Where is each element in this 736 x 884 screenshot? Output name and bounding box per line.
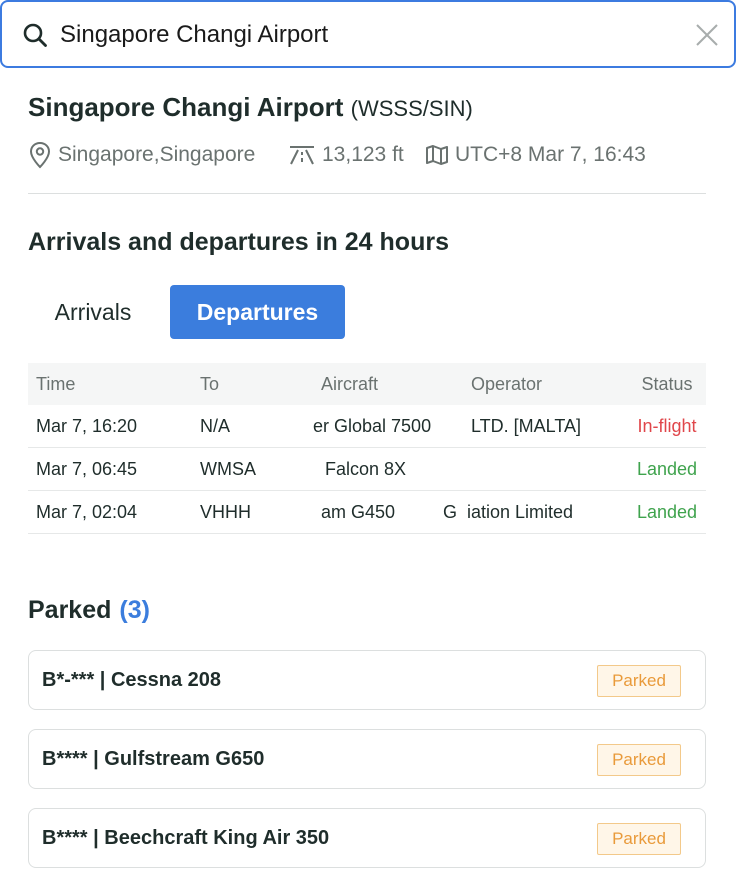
cell-aircraft: er Global 7500 [313,415,432,436]
location-info: Singapore,Singapore [28,140,255,170]
parked-aircraft-label: B**** | Gulfstream G650 [42,747,265,770]
column-header-to: To [200,373,220,394]
cell-aircraft: am G450 [321,501,396,522]
tab-arrivals[interactable]: Arrivals [28,285,158,339]
cell-operator [471,448,621,490]
table-row[interactable]: Mar 7, 02:04 VHHH am G450 G iation Limit… [28,491,706,534]
parked-count: (3) [119,596,150,624]
runway-icon [290,146,314,165]
cell-operator: G iation Limited [443,501,574,522]
cell-aircraft: Falcon 8X [325,458,407,479]
status-badge: In-flight [637,415,697,436]
cell-destination: VHHH [200,501,252,522]
parked-heading-label: Parked [28,596,112,624]
status-badge: Landed [636,458,698,479]
tab-departures[interactable]: Departures [170,285,345,339]
cell-time: Mar 7, 02:04 [36,501,138,522]
timezone-info: UTC+8 Mar 7, 16:43 [425,140,646,170]
column-header-time: Time [36,373,76,394]
parked-status-badge: Parked [597,744,681,776]
column-header-operator: Operator [471,373,543,394]
table-row[interactable]: Mar 7, 16:20 N/A er Global 7500 LTD. [MA… [28,405,706,448]
close-icon[interactable] [694,22,720,48]
parked-aircraft-label: B**** | Beechcraft King Air 350 [42,826,330,849]
parked-aircraft-card[interactable]: B**** | Gulfstream G650 Parked [28,729,706,789]
airport-codes: (WSSS/SIN) [350,96,473,121]
cell-time: Mar 7, 06:45 [36,458,138,479]
airport-location: Singapore,Singapore [58,143,256,166]
parked-aircraft-card[interactable]: B**** | Beechcraft King Air 350 Parked [28,808,706,868]
cell-destination: WMSA [200,458,256,479]
airport-title: Singapore Changi Airport (WSSS/SIN) [28,92,473,123]
table-header: Time To Aircraft Operator Status [28,363,706,405]
schedule-heading: Arrivals and departures in 24 hours [28,228,449,256]
elevation-info: 13,123 ft [288,140,404,170]
cell-time: Mar 7, 16:20 [36,415,138,436]
parked-aircraft-card[interactable]: B*-*** | Cessna 208 Parked [28,650,706,710]
cell-operator: LTD. [MALTA] [471,415,582,436]
airport-name: Singapore Changi Airport [28,92,344,122]
search-bar[interactable] [0,0,736,68]
parked-status-badge: Parked [597,665,681,697]
divider [28,193,706,194]
parked-status-badge: Parked [597,823,681,855]
cell-destination: N/A [200,415,231,436]
location-pin-icon [29,141,51,169]
parked-heading: Parked (3) [28,596,150,625]
airport-elevation: 13,123 ft [322,143,404,166]
map-icon [426,145,448,165]
departures-table: Time To Aircraft Operator Status Mar 7, … [28,363,706,534]
status-badge: Landed [636,501,698,522]
airport-local-time: UTC+8 Mar 7, 16:43 [455,143,646,166]
column-header-aircraft: Aircraft [321,373,379,394]
search-input[interactable] [60,16,660,54]
search-icon [23,23,47,47]
table-row[interactable]: Mar 7, 06:45 WMSA Falcon 8X Landed [28,448,706,491]
parked-aircraft-label: B*-*** | Cessna 208 [42,668,222,691]
column-header-status: Status [641,373,693,394]
